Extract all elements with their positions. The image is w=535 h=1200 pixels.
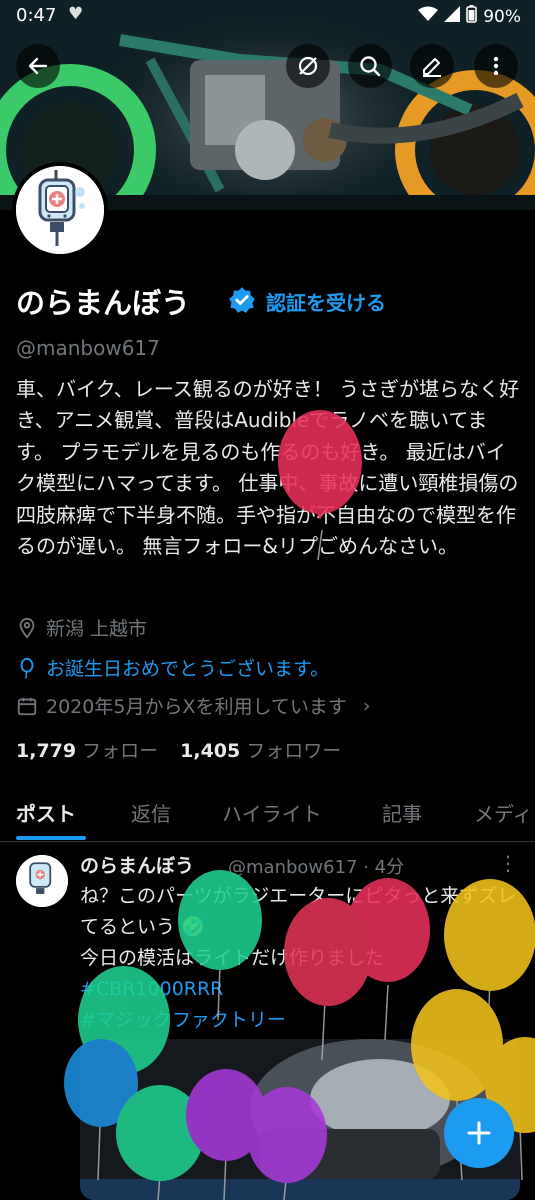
get-verified-link[interactable]: 認証を受ける [266,287,386,316]
following-label: フォロー [82,740,159,762]
arrow-left-icon [28,57,48,75]
plus-icon [467,1121,491,1145]
profile-bio: 車、バイク、レース観るのが好き！ うさぎが堪らなく好き、アニメ観賞、普段はAud… [16,377,520,559]
follow-stats: 1,779 フォロー 1,405 フォロワー [16,736,341,763]
calendar-icon [17,697,37,715]
signal-icon [444,6,461,27]
grok-icon [298,56,318,76]
location-pin-icon [19,617,35,639]
search-icon [360,56,381,77]
following-stat[interactable]: 1,779 フォロー [16,736,158,763]
followers-stat[interactable]: 1,405 フォロワー [180,736,341,763]
location-row: 新潟 上越市 [16,614,147,641]
edit-icon [423,58,441,77]
followers-count: 1,405 [180,740,241,762]
display-name: のらまんぼう [16,286,191,320]
wifi-icon [418,6,439,27]
more-options-button[interactable] [474,44,518,88]
tab-articles[interactable]: 記事 [382,798,422,827]
post-avatar[interactable] [16,855,68,907]
edit-button[interactable] [410,44,454,88]
following-count: 1,779 [16,740,77,762]
iv-bag-avatar-image [16,855,68,907]
battery-percent: 90% [483,6,521,27]
joined-row[interactable]: 2020年5月からXを利用しています › [16,692,371,719]
grok-button[interactable] [286,44,330,88]
battery-icon [466,5,478,28]
post-author-name: のらまんぼう [80,855,195,877]
profile-avatar[interactable] [12,162,108,258]
laughing-emoji-icon: 🤣 [175,916,205,938]
back-button[interactable] [16,44,60,88]
birthday-row[interactable]: お誕生日おめでとうございます。 [16,654,329,681]
post-more-icon[interactable]: ⋮ [498,851,518,875]
post-line-2: 今日の模活はライトだけ作りました [80,947,385,969]
tab-posts[interactable]: ポスト [16,798,76,827]
tab-replies[interactable]: 返信 [131,798,171,827]
hashtag-link[interactable]: #CBR1000RRR [80,974,520,1005]
status-time: 0:47 [16,5,57,26]
verified-badge-icon[interactable] [228,286,256,314]
search-button[interactable] [348,44,392,88]
joined-text: 2020年5月からXを利用しています [46,696,347,718]
status-icons: 90% [418,5,521,28]
iv-bag-avatar-image [16,166,104,254]
status-bar: 0:47 ♥ 90% [0,0,535,32]
chevron-right-icon: › [362,694,371,717]
hashtag-link[interactable]: #マジックファクトリー [80,1005,520,1036]
post-line-1: ね？このパーツがラジエーターにピタっと来ずズレてるという 🤣 [80,885,517,938]
more-vertical-icon [493,56,499,76]
tab-media[interactable]: メディア [474,798,535,827]
compose-post-button[interactable] [444,1098,514,1168]
birthday-text[interactable]: お誕生日おめでとうございます。 [46,654,329,681]
post-meta: @manbow617 · 4分 [228,857,405,878]
location-text: 新潟 上越市 [46,618,148,640]
balloon-icon [20,657,34,679]
active-tab-indicator [16,836,86,840]
tab-highlights[interactable]: ハイライト [222,798,322,827]
heart-icon: ♥ [68,4,84,24]
user-handle: @manbow617 [16,336,160,360]
followers-label: フォロワー [246,740,342,762]
post-text: ね？このパーツがラジエーターにピタっと来ずズレてるという 🤣 今日の模活はライト… [80,881,520,1036]
profile-tabs: ポスト 返信 ハイライト 記事 メディア [0,782,535,842]
